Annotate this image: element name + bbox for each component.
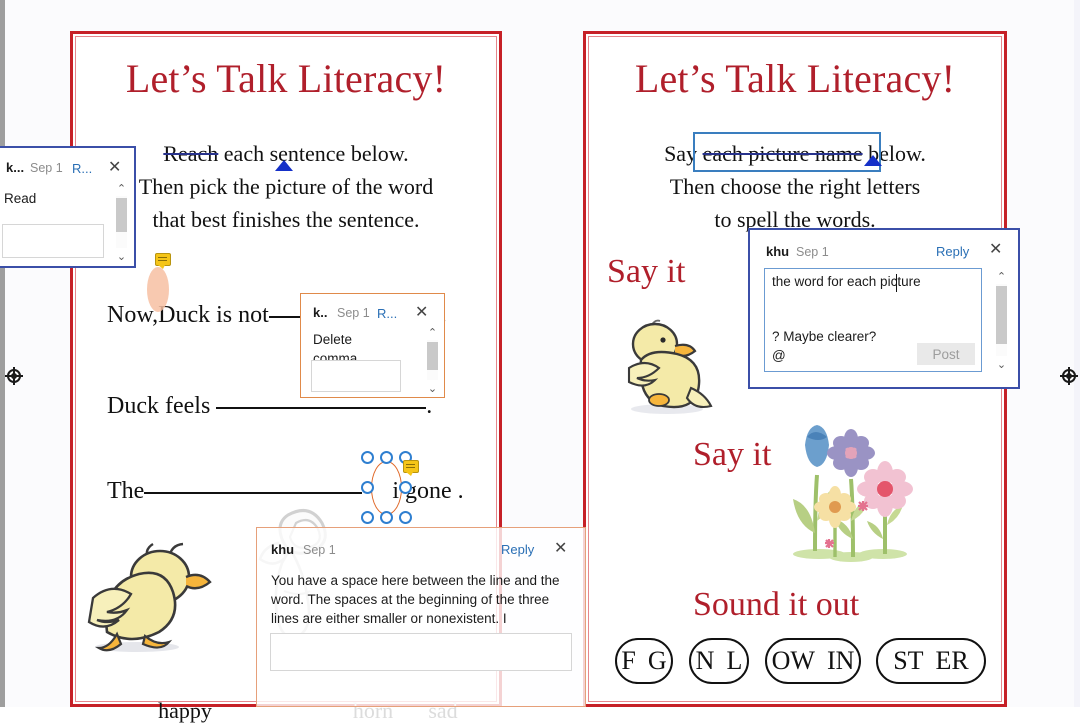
comment-4-editor-line-1: the word for each picture [772, 274, 921, 289]
letter-pill-2[interactable]: N L [689, 638, 749, 684]
document-editor-canvas: Let’s Talk Literacy! Reach each sentence… [0, 0, 1080, 723]
comment-3-reply-input[interactable] [270, 633, 572, 671]
comment-1-scroll-up-icon[interactable]: ⌃ [113, 180, 130, 196]
comment-2-reply-input[interactable] [311, 360, 401, 392]
letter-pill-2-left: N [695, 646, 715, 675]
comment-2-author: k.. [313, 305, 328, 320]
tracked-change-caret-left [275, 160, 293, 171]
tracked-change-caret-right [864, 155, 882, 166]
comment-balloon-icon-shape[interactable] [403, 460, 419, 476]
text-caret [896, 274, 897, 292]
comment-4-author: khu [766, 244, 790, 259]
comment-1-scroll-thumb[interactable] [116, 198, 127, 232]
comment-4-scroll-up-icon[interactable]: ⌃ [993, 268, 1010, 284]
letter-pill-1-right: G [647, 646, 667, 675]
letter-pill-3-left: OW [771, 646, 815, 675]
post-button[interactable]: Post [917, 343, 975, 365]
comment-highlight-comma[interactable] [147, 267, 169, 312]
letter-pill-4-right: ER [935, 646, 969, 675]
comment-4-editor-line-3: @ [772, 348, 786, 363]
sentence-3-text: The [107, 478, 145, 504]
comment-1-date: Sep 1 [30, 161, 63, 175]
comment-4-scroll-thumb[interactable] [996, 286, 1007, 344]
letter-pill-1-left: F [621, 646, 636, 675]
comment-3-author: khu [271, 542, 295, 557]
picture-happy-duck[interactable] [65, 514, 215, 664]
sentence-3-blank[interactable] [144, 492, 363, 494]
letter-pill-3[interactable]: OW IN [765, 638, 861, 684]
comment-3-body: You have a space here between the line a… [271, 573, 560, 626]
text-selection-box[interactable] [693, 132, 881, 172]
sentence-2-blank[interactable] [216, 407, 427, 409]
comment-3-close-icon[interactable]: ✕ [554, 541, 567, 557]
comment-popup-3[interactable]: khu Sep 1 Reply ✕ You have a space here … [256, 527, 586, 707]
comment-1-scroll-down-icon[interactable]: ⌄ [113, 248, 130, 264]
crosshair-target-icon-right [1060, 367, 1078, 385]
comment-2-scroll-thumb[interactable] [427, 342, 438, 370]
letter-pill-2-right: L [726, 646, 743, 675]
comment-popup-2[interactable]: k.. Sep 1 R... ✕ Delete comma ⌃ ⌄ [300, 293, 445, 398]
letter-pill-4-left: ST [893, 646, 924, 675]
sentence-1-after: Duck is not [158, 302, 269, 328]
comment-4-editor[interactable]: the word for each picture ? Maybe cleare… [764, 268, 982, 372]
comment-popup-4[interactable]: khu Sep 1 Reply ✕ the word for each pict… [748, 228, 1020, 389]
comment-4-date: Sep 1 [796, 245, 829, 259]
section-heading-say-it-2: Say it [693, 436, 772, 473]
letter-pill-4[interactable]: ST ER [876, 638, 986, 684]
letter-pill-1[interactable]: F G [615, 638, 673, 684]
comment-1-scrollbar[interactable]: ⌃ ⌄ [113, 180, 130, 264]
sentence-2-text: Duck feels [107, 393, 211, 419]
comment-2-scrollbar[interactable]: ⌃ ⌄ [424, 324, 441, 396]
right-edge [1074, 0, 1080, 707]
comment-2-scroll-down-icon[interactable]: ⌄ [424, 380, 441, 396]
comment-2-scroll-up-icon[interactable]: ⌃ [424, 324, 441, 340]
comment-1-author: k... [6, 160, 25, 175]
struck-word-reach: Reach [163, 141, 219, 166]
comment-4-editor-line-2: ? Maybe clearer? [772, 329, 877, 344]
page-title-right: Let’s Talk Literacy! [634, 56, 956, 101]
picture-duckling[interactable] [607, 316, 727, 416]
picture-flowers[interactable] [783, 421, 915, 571]
left-gutter [0, 0, 5, 707]
comment-1-close-icon[interactable]: ✕ [108, 160, 121, 176]
comment-1-reply-button[interactable]: R... [72, 161, 92, 176]
section-heading-say-it-1: Say it [607, 253, 686, 290]
comment-popup-1[interactable]: k... Sep 1 R... ✕ Read ⌃ ⌄ [0, 146, 136, 268]
instruction-right-line-2: Then choose the right letters [669, 174, 921, 199]
comment-3-reply-button[interactable]: Reply [501, 542, 534, 557]
section-heading-sound-it-out: Sound it out [693, 586, 860, 623]
crosshair-target-icon-left [5, 367, 23, 385]
comment-4-reply-button[interactable]: Reply [936, 244, 969, 259]
comment-1-body: Read [4, 191, 37, 206]
instruction-line-1-rest: each sentence below. [218, 141, 409, 166]
comment-2-close-icon[interactable]: ✕ [415, 305, 428, 321]
comment-balloon-icon-comma[interactable] [155, 253, 171, 269]
comment-4-scroll-down-icon[interactable]: ⌄ [993, 356, 1010, 372]
comment-4-scrollbar[interactable]: ⌃ ⌄ [993, 268, 1010, 372]
comment-1-reply-input[interactable] [2, 224, 104, 258]
comment-4-close-icon[interactable]: ✕ [989, 242, 1002, 258]
picture-label-happy: happy [158, 698, 212, 723]
comment-2-date: Sep 1 [337, 306, 370, 320]
comment-2-reply-button[interactable]: R... [377, 306, 397, 321]
page-title-left: Let’s Talk Literacy! [125, 56, 447, 101]
letter-pill-3-right: IN [826, 646, 855, 675]
comment-3-date: Sep 1 [303, 543, 336, 557]
